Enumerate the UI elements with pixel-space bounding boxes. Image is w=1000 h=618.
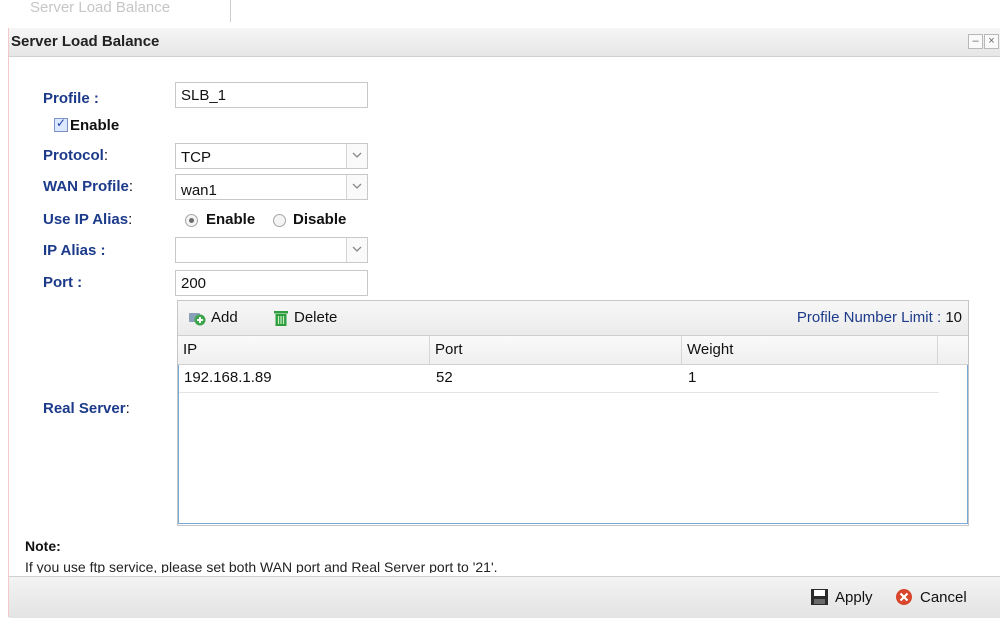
profile-label: Profile : [43, 90, 99, 107]
limit-value: 10 [945, 309, 962, 326]
wan-profile-label-text: WAN Profile [43, 178, 129, 195]
port-label: Port : [43, 274, 83, 291]
port-input[interactable]: 200 [175, 270, 368, 296]
column-spacer [938, 336, 968, 364]
colon: : [128, 211, 133, 228]
delete-button[interactable]: Delete [294, 309, 337, 326]
add-icon[interactable] [188, 310, 206, 331]
grid-toolbar: Add Delete Profile Number Limit : 10 [178, 301, 968, 336]
cell-weight: 1 [688, 369, 697, 386]
ip-alias-select[interactable] [175, 237, 368, 263]
dialog-footer: Apply Cancel [9, 576, 1000, 618]
wan-profile-select[interactable]: wan1 [175, 174, 368, 200]
chevron-down-icon[interactable] [346, 238, 367, 262]
chevron-down-icon[interactable] [346, 175, 367, 199]
close-icon[interactable]: × [984, 34, 999, 49]
grid-body: 192.168.1.89 52 1 [178, 365, 968, 524]
note-title: Note: [25, 538, 61, 554]
column-weight[interactable]: Weight [682, 336, 938, 364]
profile-number-limit: Profile Number Limit : 10 [797, 309, 962, 326]
table-row[interactable]: 192.168.1.89 52 1 [179, 365, 939, 393]
server-load-balance-dialog: Server Load Balance – × Profile : SLB_1 … [8, 28, 1000, 618]
dialog-titlebar: Server Load Balance – × [9, 28, 1000, 57]
add-button[interactable]: Add [211, 309, 238, 326]
profile-input[interactable]: SLB_1 [175, 82, 368, 108]
trash-icon[interactable] [273, 310, 289, 332]
protocol-select[interactable]: TCP [175, 143, 368, 169]
enable-checkbox[interactable] [54, 116, 68, 132]
grid-header: IP Port Weight [178, 336, 968, 365]
background-tab: Server Load Balance [18, 0, 231, 22]
apply-button[interactable]: Apply [835, 589, 873, 606]
dialog-title: Server Load Balance [11, 33, 160, 50]
wan-profile-value: wan1 [181, 182, 217, 199]
row-divider [179, 392, 939, 393]
use-ip-alias-label: Use IP Alias: [43, 211, 132, 228]
use-ip-alias-label-text: Use IP Alias [43, 211, 129, 228]
save-icon[interactable] [810, 588, 829, 611]
column-ip[interactable]: IP [178, 336, 430, 364]
wan-profile-label: WAN Profile: [43, 178, 133, 195]
ip-alias-label: IP Alias : [43, 242, 106, 259]
limit-label: Profile Number Limit : [796, 309, 942, 326]
cell-port: 52 [436, 369, 453, 386]
protocol-label: Protocol: [43, 147, 108, 164]
column-port[interactable]: Port [430, 336, 682, 364]
real-server-grid: Add Delete Profile Number Limit : 10 IP … [177, 300, 969, 526]
cancel-button[interactable]: Cancel [920, 589, 967, 606]
real-server-label-text: Real Server [43, 400, 126, 417]
ip-alias-disable-radio[interactable] [273, 214, 286, 227]
colon: : [128, 178, 134, 195]
ip-alias-enable-radio[interactable] [185, 214, 198, 227]
minimize-icon[interactable]: – [968, 34, 983, 49]
ip-alias-disable-label: Disable [293, 211, 347, 228]
cell-ip: 192.168.1.89 [184, 369, 272, 386]
cancel-icon[interactable] [895, 588, 913, 611]
note-text: If you use ftp service, please set both … [25, 559, 498, 573]
colon: : [125, 400, 130, 417]
chevron-down-icon[interactable] [346, 144, 367, 168]
enable-label: Enable [70, 117, 120, 134]
real-server-label: Real Server: [43, 400, 130, 417]
chevron-down-icon-svg [352, 152, 362, 158]
colon: : [103, 147, 109, 164]
ip-alias-enable-label: Enable [206, 211, 256, 228]
protocol-label-text: Protocol [43, 147, 104, 164]
protocol-value: TCP [181, 149, 211, 166]
